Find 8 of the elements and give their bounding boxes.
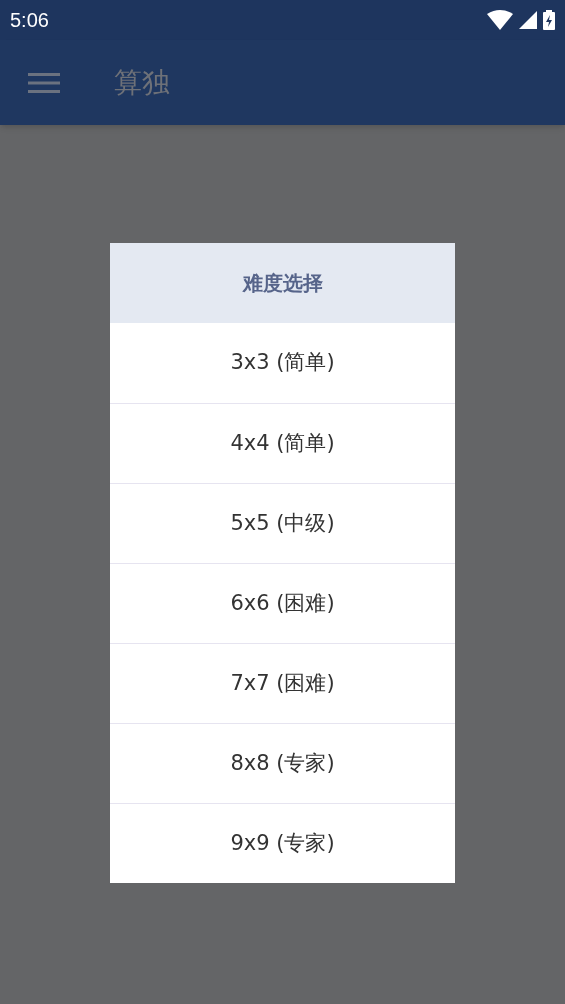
wifi-icon	[487, 10, 513, 30]
signal-icon	[519, 11, 537, 29]
menu-button[interactable]	[28, 70, 60, 95]
app-title: 算独	[114, 64, 170, 101]
menu-icon	[28, 72, 60, 93]
status-time: 5:06	[10, 8, 49, 33]
battery-icon	[543, 10, 555, 30]
dialog-title: 难度选择	[242, 270, 323, 297]
